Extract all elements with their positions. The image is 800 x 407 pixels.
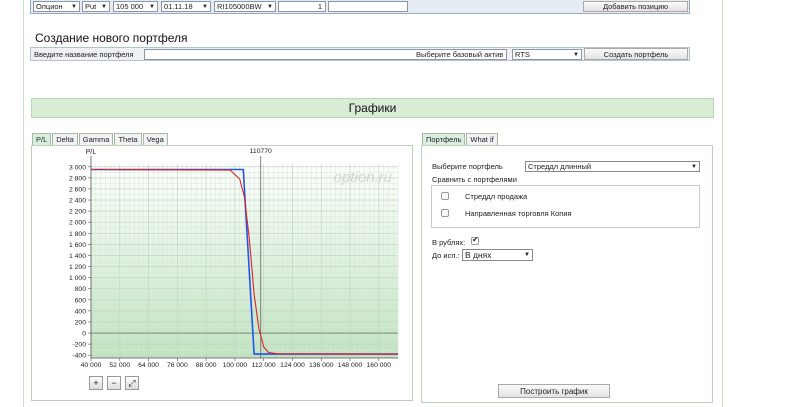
x-tick-label: 64 000: [138, 362, 159, 369]
portfolio-select-value: Стреддл длинный: [528, 162, 592, 171]
y-tick-label: 1 200: [69, 264, 86, 271]
tab-pl[interactable]: P/L: [32, 133, 52, 145]
quantity-value: 1: [317, 2, 322, 11]
y-tick-label: 1 000: [69, 275, 86, 282]
price-input[interactable]: [328, 1, 408, 12]
create-portfolio-button[interactable]: Создать портфель: [584, 48, 688, 60]
position-row: Опцион ▼ Put ▼ 105 000 ▼ 01.11.18 ▼ RI105000…: [30, 0, 690, 14]
y-tick-label: -400: [72, 353, 86, 360]
expiry-label: До исп.:: [432, 251, 460, 260]
tab-portfolio[interactable]: Портфель: [422, 133, 466, 145]
create-portfolio-title: Создание нового портфеля: [35, 31, 188, 45]
page-frame-right: [722, 0, 723, 407]
strike-value: 105 000: [116, 2, 144, 11]
x-tick-label: 124 000: [280, 362, 305, 369]
x-tick-label: 136 000: [309, 362, 334, 369]
chevron-down-icon: ▼: [101, 4, 107, 10]
chevron-down-icon: ▼: [202, 4, 208, 10]
expiry-date-select[interactable]: 01.11.18 ▼: [161, 1, 211, 12]
y-tick-label: 2 400: [69, 198, 86, 205]
zoom-in-icon[interactable]: +: [89, 376, 103, 390]
chevron-down-icon: ▼: [573, 52, 579, 58]
y-tick-label: 400: [75, 308, 87, 315]
y-tick-label: -200: [72, 342, 86, 349]
tab-gamma[interactable]: Gamma: [78, 133, 114, 145]
compare-checkbox[interactable]: [441, 192, 449, 200]
chevron-down-icon: ▼: [691, 164, 697, 170]
watermark: option.ru: [334, 169, 393, 186]
y-tick-label: 0: [82, 331, 86, 338]
y-axis-title: P/L: [86, 149, 97, 156]
tab-delta[interactable]: Delta: [52, 133, 78, 145]
y-tick-label: 3 000: [69, 164, 86, 171]
chevron-down-icon: ▼: [71, 4, 77, 10]
compare-item-label: Стреддл продажа: [465, 192, 528, 201]
y-tick-label: 1 600: [69, 242, 86, 249]
expiry-select[interactable]: В днях ▼: [462, 249, 533, 261]
chevron-down-icon: ▼: [524, 252, 530, 258]
tab-theta[interactable]: Theta: [114, 133, 142, 145]
chevron-down-icon: ▼: [149, 4, 155, 10]
charts-section-header: Графики: [31, 98, 714, 118]
y-tick-label: 1 400: [69, 253, 86, 260]
x-tick-label: 88 000: [196, 362, 217, 369]
x-tick-label: 148 000: [338, 362, 363, 369]
strike-select[interactable]: 105 000 ▼: [113, 1, 158, 12]
instrument-type-value: Опцион: [36, 2, 63, 11]
page-frame-left: [23, 0, 24, 407]
quantity-input[interactable]: 1: [278, 1, 326, 12]
expiry-select-value: В днях: [465, 250, 492, 260]
y-tick-label: 800: [75, 286, 87, 293]
x-tick-label: 52 000: [109, 362, 130, 369]
chevron-down-icon: ▼: [267, 4, 273, 10]
right-tabs: Портфель What if: [422, 133, 499, 145]
instrument-type-select[interactable]: Опцион ▼: [33, 1, 80, 12]
base-asset-select[interactable]: RTS ▼: [512, 49, 582, 60]
chart-panel: -400 -200 0 200 400 600 800 1 000 1 200 1 400 1 60…: [31, 145, 413, 401]
portfolio-select[interactable]: Стреддл длинный ▼: [525, 161, 700, 172]
zoom-reset-icon[interactable]: ⤢: [125, 376, 139, 390]
y-tick-label: 200: [75, 319, 87, 326]
portfolio-name-label: Введите название портфеля: [34, 50, 134, 59]
select-portfolio-label: Выберите портфель: [432, 162, 503, 171]
chart-tabs: P/L Delta Gamma Theta Vega: [32, 133, 169, 145]
x-tick-label: 100 000: [223, 362, 248, 369]
y-tick-label: 1 800: [69, 231, 86, 238]
compare-checkbox[interactable]: [441, 209, 449, 217]
tab-vega[interactable]: Vega: [142, 133, 168, 145]
x-tick-label: 112 000: [252, 362, 276, 369]
base-asset-label: Выберите базовый актив: [416, 50, 504, 59]
option-kind-select[interactable]: Put ▼: [82, 1, 110, 12]
y-tick-label: 2 600: [69, 186, 86, 193]
base-asset-value: RTS: [515, 50, 530, 59]
expiry-date-value: 01.11.18: [164, 2, 193, 11]
compare-label: Сравнить с портфелями: [432, 175, 517, 184]
ticker-value: RI105000BW: [217, 2, 262, 11]
y-tick-label: 2 000: [69, 220, 86, 227]
current-price-label: 110770: [250, 148, 272, 155]
x-tick-label: 76 000: [167, 362, 188, 369]
tab-what-if[interactable]: What if: [466, 133, 498, 145]
build-chart-button[interactable]: Построить график: [498, 384, 610, 398]
ticker-select[interactable]: RI105000BW ▼: [214, 1, 276, 12]
x-tick-label: 160 000: [367, 362, 392, 369]
rub-checkbox[interactable]: [471, 235, 479, 245]
add-position-button[interactable]: Добавить позицию: [583, 1, 688, 12]
y-tick-label: 2 800: [69, 175, 86, 182]
x-tick-label: 40 000: [81, 362, 102, 369]
pl-chart: -400 -200 0 200 400 600 800 1 000 1 200 1 400 1 60…: [69, 148, 399, 369]
zoom-out-icon[interactable]: −: [107, 376, 121, 390]
compare-item-label: Направленная торговля Копия: [465, 209, 572, 218]
create-portfolio-row: Введите название портфеля Выберите базов…: [30, 47, 690, 61]
y-tick-label: 2 200: [69, 209, 86, 216]
rub-label: В рублях:: [432, 238, 466, 247]
y-tick-label: 600: [75, 297, 87, 304]
option-kind-value: Put: [85, 2, 97, 11]
